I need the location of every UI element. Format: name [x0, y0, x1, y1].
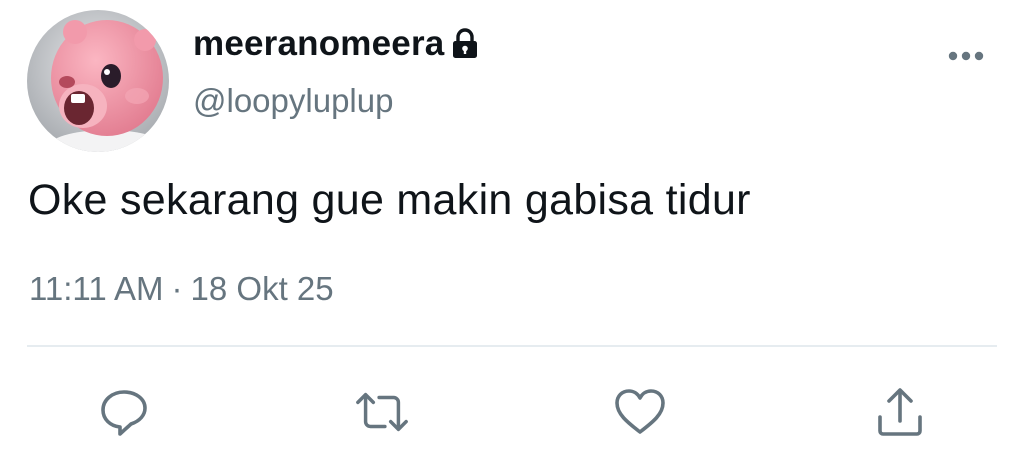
share-icon — [878, 388, 922, 436]
tweet-time: 11:11 AM — [29, 270, 164, 307]
tweet-card: meeranomeera @loopyluplup Oke sekarang g… — [0, 0, 1024, 472]
tweet-timestamp[interactable]: 11:11 AM · 18 Okt 25 — [29, 270, 334, 308]
avatar[interactable] — [27, 10, 169, 152]
like-button[interactable] — [612, 384, 668, 440]
tweet-text: Oke sekarang gue makin gabisa tidur — [28, 176, 751, 224]
reply-icon — [101, 390, 147, 436]
retweet-button[interactable] — [354, 384, 410, 440]
user-handle[interactable]: @loopyluplup — [193, 82, 393, 120]
tweet-date: 18 Okt 25 — [190, 270, 334, 307]
retweet-icon — [356, 392, 408, 432]
reply-button[interactable] — [96, 384, 152, 440]
author-name-row: meeranomeera — [193, 22, 480, 66]
share-button[interactable] — [872, 384, 928, 440]
timestamp-separator: · — [171, 270, 183, 307]
heart-icon — [615, 389, 665, 434]
more-options-icon[interactable] — [944, 44, 988, 68]
display-name[interactable]: meeranomeera — [193, 24, 444, 64]
avatar-image — [27, 10, 169, 152]
divider — [27, 345, 997, 347]
lock-icon — [450, 27, 480, 61]
